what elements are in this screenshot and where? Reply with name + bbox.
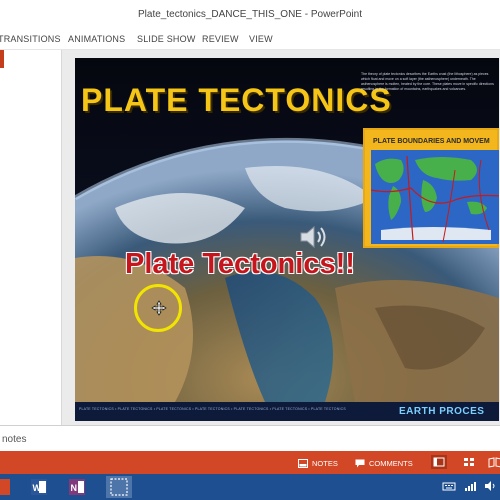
volume-tray-icon[interactable]	[483, 479, 497, 493]
svg-text:N: N	[71, 483, 78, 493]
slide-thumbnail-pane[interactable]	[0, 50, 62, 425]
ribbon-tabs: TRANSITIONS ANIMATIONS SLIDE SHOW REVIEW…	[0, 30, 500, 50]
overlay-title: Plate Tectonics!!	[125, 248, 355, 280]
slide-canvas[interactable]: PLATE TECTONICS The theory of plate tect…	[75, 58, 499, 421]
taskbar-active-app[interactable]	[106, 476, 132, 498]
normal-view-button[interactable]	[431, 455, 447, 469]
powerpoint-icon	[0, 479, 10, 495]
tab-slide-show[interactable]: SLIDE SHOW	[137, 34, 196, 44]
comments-button[interactable]: COMMENTS	[355, 456, 413, 470]
notes-label: NOTES	[312, 458, 338, 468]
status-bar: NOTES COMMENTS	[0, 451, 500, 474]
slide-footer-band: PLATE TECTONICS • PLATE TECTONICS • PLAT…	[75, 402, 499, 421]
title-bar: Plate_tectonics_DANCE_THIS_ONE - PowerPo…	[0, 0, 500, 30]
tab-view[interactable]: VIEW	[249, 34, 273, 44]
footer-text: PLATE TECTONICS • PLATE TECTONICS • PLAT…	[79, 407, 346, 411]
notes-pane[interactable]: notes	[0, 425, 500, 451]
taskbar-word[interactable]: W	[26, 476, 52, 498]
slide-sorter-button[interactable]	[461, 455, 477, 469]
onenote-icon: N	[69, 479, 85, 495]
snipping-tool-icon	[110, 478, 128, 496]
taskbar-onenote[interactable]: N	[64, 476, 90, 498]
powerpoint-window: Plate_tectonics_DANCE_THIS_ONE - PowerPo…	[0, 0, 500, 500]
keyboard-tray-icon[interactable]	[442, 479, 456, 493]
reading-view-button[interactable]	[487, 455, 500, 469]
comments-label: COMMENTS	[369, 458, 413, 468]
plate-boundaries-map: PLATE BOUNDARIES AND MOVEM	[363, 128, 499, 248]
windows-taskbar: W N	[0, 474, 500, 500]
notes-button[interactable]: NOTES	[298, 456, 338, 470]
comments-icon	[355, 459, 365, 467]
window-title: Plate_tectonics_DANCE_THIS_ONE - PowerPo…	[138, 9, 362, 20]
logo-text: EARTH PROCES	[399, 406, 485, 417]
move-cursor-icon	[151, 300, 167, 316]
slide-heading: PLATE TECTONICS	[81, 82, 392, 118]
earth-processes-logo: EARTH PROCES	[399, 404, 499, 420]
slide-sorter-icon	[464, 458, 474, 466]
word-icon: W	[31, 479, 47, 495]
slide-description: The theory of plate tectonics describes …	[361, 72, 494, 91]
reading-view-icon	[488, 457, 500, 468]
notes-icon	[298, 458, 308, 468]
taskbar-powerpoint[interactable]	[0, 476, 22, 498]
world-map-image	[371, 150, 499, 244]
tab-review[interactable]: REVIEW	[202, 34, 239, 44]
svg-text:W: W	[33, 483, 42, 493]
tab-transitions[interactable]: TRANSITIONS	[0, 34, 61, 44]
network-tray-icon[interactable]	[463, 479, 477, 493]
normal-view-icon	[433, 457, 445, 467]
selected-thumbnail-marker	[0, 50, 4, 68]
notes-placeholder[interactable]: notes	[2, 434, 26, 445]
map-title: PLATE BOUNDARIES AND MOVEM	[373, 138, 490, 145]
tab-animations[interactable]: ANIMATIONS	[68, 34, 125, 44]
